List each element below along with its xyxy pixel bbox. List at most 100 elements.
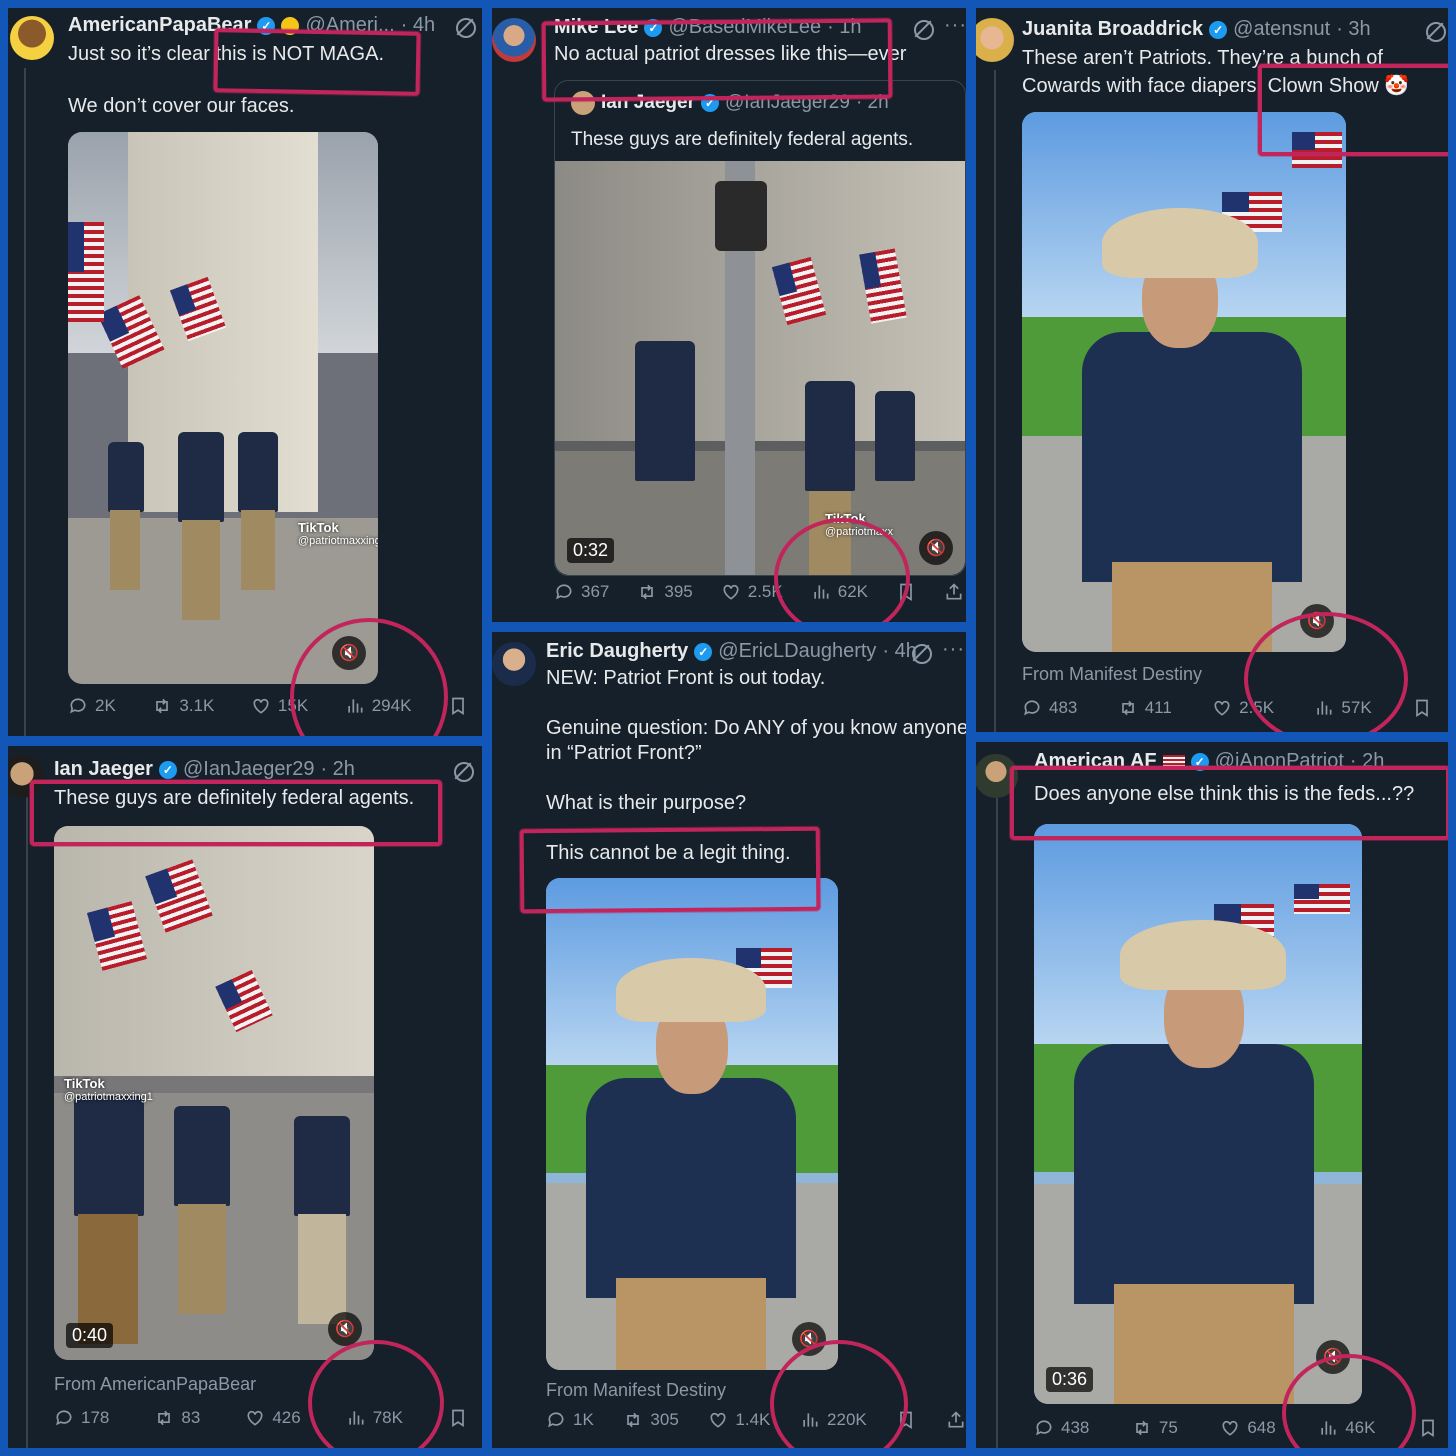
highlight-box xyxy=(541,18,893,102)
share-icon[interactable] xyxy=(944,582,964,602)
post-video[interactable]: 🔇 xyxy=(1022,112,1346,652)
like-button[interactable]: 426 xyxy=(245,1408,301,1428)
verified-badge-icon: ✓ xyxy=(1209,20,1228,39)
author-handle[interactable]: @atensnut xyxy=(1233,18,1330,41)
quoted-text: These guys are definitely federal agents… xyxy=(571,129,914,150)
thread-line xyxy=(994,70,996,732)
reply-button[interactable]: 367 xyxy=(554,582,609,602)
author-handle[interactable]: @EricLDaugherty xyxy=(718,640,876,663)
repost-icon xyxy=(627,1412,640,1428)
grok-icon[interactable] xyxy=(914,20,934,40)
signal-box xyxy=(715,181,767,251)
post-video[interactable]: TikTok @patriotmaxxing1 0:40 🔇 xyxy=(54,826,374,1360)
person-body xyxy=(1074,1044,1314,1304)
grok-icon[interactable] xyxy=(1426,22,1446,42)
bookmark-icon[interactable] xyxy=(448,1408,468,1428)
post-panel-2[interactable]: Mike Lee ✓ @BasedMikeLee · 1h ··· No act… xyxy=(492,8,966,622)
mute-icon[interactable]: 🔇 xyxy=(919,531,953,565)
repost-button[interactable]: 3.1K xyxy=(152,696,214,716)
post-text-line-4: in “Patriot Front?” xyxy=(546,742,702,764)
repost-button[interactable]: 305 xyxy=(623,1410,679,1430)
highlight-box xyxy=(1258,64,1448,156)
reply-button[interactable]: 438 xyxy=(1034,1418,1089,1438)
grok-icon[interactable] xyxy=(454,762,474,782)
post-video[interactable]: 🔇 xyxy=(546,878,838,1370)
marcher-legs xyxy=(110,510,140,590)
avatar[interactable] xyxy=(492,18,536,62)
repost-icon xyxy=(641,584,654,600)
repost-icon xyxy=(1121,700,1134,716)
more-options-icon[interactable]: ··· xyxy=(942,638,965,661)
post-time[interactable]: · 3h xyxy=(1336,18,1370,41)
video-duration: 0:36 xyxy=(1046,1367,1094,1392)
post-panel-1[interactable]: AmericanPapaBear ✓ @Ameri... · 4h Just s… xyxy=(8,8,482,736)
highlight-box xyxy=(30,780,442,846)
post-text-line-3: Genuine question: Do ANY of you know any… xyxy=(546,717,966,739)
grok-icon[interactable] xyxy=(912,644,932,664)
post-header: Eric Daugherty ✓ @EricLDaugherty · 4h xyxy=(546,640,917,663)
source-attribution[interactable]: From Manifest Destiny xyxy=(546,1380,726,1401)
source-attribution[interactable]: From AmericanPapaBear xyxy=(54,1374,256,1395)
reply-button[interactable]: 1K xyxy=(546,1410,594,1430)
more-options-icon[interactable]: ··· xyxy=(944,14,966,37)
reply-icon xyxy=(1024,700,1040,716)
marcher xyxy=(108,442,144,512)
post-panel-4[interactable]: Ian Jaeger ✓ @IanJaeger29 · 2h These guy… xyxy=(8,746,482,1448)
verified-badge-icon: ✓ xyxy=(158,760,177,779)
bookmark-icon[interactable] xyxy=(1418,1418,1438,1438)
post-panel-6[interactable]: American AF ✓ @iAnonPatriot · 2h Does an… xyxy=(976,742,1448,1448)
reply-button[interactable]: 178 xyxy=(54,1408,109,1428)
repost-button[interactable]: 75 xyxy=(1132,1418,1178,1438)
post-panel-3[interactable]: Juanita Broaddrick ✓ @atensnut · 3h Thes… xyxy=(976,8,1448,732)
post-video[interactable]: TikTok @patriotmaxxing1 🔇 xyxy=(68,132,378,684)
author-name[interactable]: Eric Daugherty xyxy=(546,640,688,663)
reply-button[interactable]: 2K xyxy=(68,696,116,716)
marcher-legs xyxy=(178,1204,226,1314)
marcher xyxy=(74,1096,144,1216)
like-button[interactable]: 1.4K xyxy=(708,1410,770,1430)
like-button[interactable]: 2.5K xyxy=(721,582,783,602)
repost-button[interactable]: 83 xyxy=(154,1408,200,1428)
heart-icon xyxy=(1214,700,1230,716)
person-pants xyxy=(1114,1284,1294,1404)
repost-icon xyxy=(156,698,169,714)
heart-icon xyxy=(253,698,269,714)
highlight-circle xyxy=(308,1340,444,1448)
person-body xyxy=(586,1078,796,1298)
marcher-legs xyxy=(298,1214,346,1324)
post-panel-5[interactable]: Eric Daugherty ✓ @EricLDaugherty · 4h ··… xyxy=(492,632,966,1448)
reply-icon xyxy=(1036,1420,1052,1436)
heart-icon xyxy=(710,1412,726,1428)
quoted-video[interactable]: 0:32 TikTok @patriotmaxx 🔇 xyxy=(555,161,965,575)
post-video[interactable]: 0:36 🔇 xyxy=(1034,824,1362,1404)
heart-icon xyxy=(723,584,739,600)
grok-icon[interactable] xyxy=(456,18,476,38)
reply-button[interactable]: 483 xyxy=(1022,698,1077,718)
marcher xyxy=(174,1106,230,1206)
like-button[interactable]: 648 xyxy=(1220,1418,1276,1438)
reply-icon xyxy=(556,584,572,600)
post-header: Ian Jaeger ✓ @IanJaeger29 · 2h xyxy=(54,758,355,781)
author-handle[interactable]: @IanJaeger29 xyxy=(183,758,315,781)
person-hat xyxy=(1102,208,1258,278)
repost-button[interactable]: 411 xyxy=(1118,698,1172,718)
post-time[interactable]: · 2h xyxy=(320,758,354,781)
share-icon[interactable] xyxy=(946,1410,966,1430)
marcher xyxy=(875,391,915,481)
repost-button[interactable]: 395 xyxy=(637,582,693,602)
author-name[interactable]: Juanita Broaddrick xyxy=(1022,18,1203,41)
avatar[interactable] xyxy=(976,18,1014,62)
source-attribution[interactable]: From Manifest Destiny xyxy=(1022,664,1202,685)
author-name[interactable]: Ian Jaeger xyxy=(54,758,153,781)
mute-icon[interactable]: 🔇 xyxy=(328,1312,362,1346)
person-hat xyxy=(616,958,766,1022)
marcher xyxy=(178,432,224,522)
heart-icon xyxy=(1222,1420,1238,1436)
avatar[interactable] xyxy=(10,16,54,60)
reply-icon xyxy=(56,1410,72,1426)
avatar[interactable] xyxy=(492,642,536,686)
bookmark-icon[interactable] xyxy=(1412,698,1432,718)
quoted-post[interactable]: Ian Jaeger ✓ @IanJaeger29 · 2h These guy… xyxy=(554,80,966,576)
repost-icon xyxy=(1136,1420,1148,1436)
bookmark-icon[interactable] xyxy=(448,696,468,716)
